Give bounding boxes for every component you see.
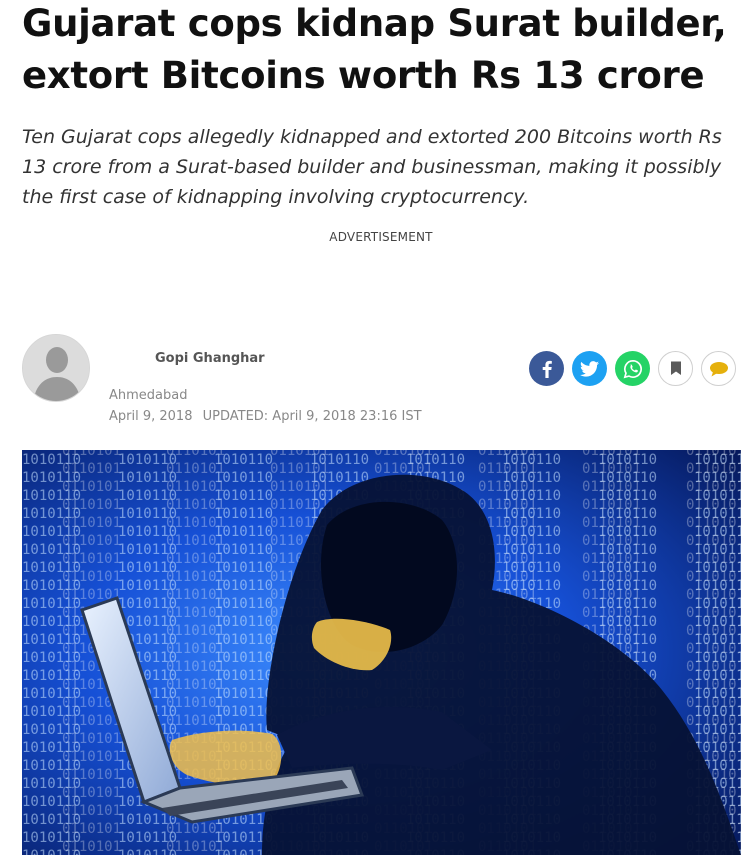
comment-icon bbox=[709, 361, 728, 376]
article-hero-image: 1010110 0110101 bbox=[22, 450, 741, 855]
hacker-binary-code-image: 1010110 0110101 bbox=[22, 450, 741, 855]
advertisement-label: ADVERTISEMENT bbox=[329, 230, 433, 244]
facebook-icon bbox=[542, 360, 552, 378]
article-summary: Ten Gujarat cops allegedly kidnapped and… bbox=[22, 126, 722, 208]
bookmark-icon bbox=[670, 361, 681, 375]
author-name[interactable]: Gopi Ghanghar bbox=[155, 351, 265, 366]
facebook-share-button[interactable] bbox=[529, 351, 564, 386]
whatsapp-share-button[interactable] bbox=[615, 351, 650, 386]
article-dates: April 9, 2018 UPDATED: April 9, 2018 23:… bbox=[109, 409, 422, 424]
published-date: April 9, 2018 bbox=[109, 409, 193, 424]
headline: Gujarat cops kidnap Surat builder, extor… bbox=[22, 2, 727, 97]
user-silhouette-icon bbox=[23, 335, 89, 401]
author-location: Ahmedabad bbox=[109, 388, 188, 403]
twitter-icon bbox=[580, 360, 599, 377]
bookmark-button[interactable] bbox=[658, 351, 693, 386]
whatsapp-icon bbox=[623, 359, 642, 378]
updated-date: UPDATED: April 9, 2018 23:16 IST bbox=[202, 409, 422, 424]
twitter-share-button[interactable] bbox=[572, 351, 607, 386]
comment-button[interactable] bbox=[701, 351, 736, 386]
author-avatar[interactable] bbox=[22, 334, 90, 402]
